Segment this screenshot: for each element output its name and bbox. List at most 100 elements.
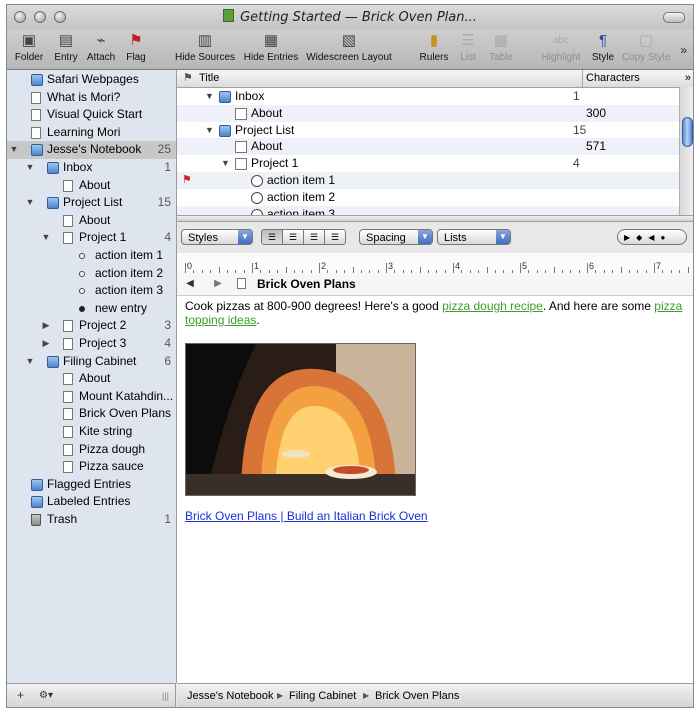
folder-button[interactable]: ▣ Folder xyxy=(9,31,49,63)
toolbar-toggle-button[interactable] xyxy=(663,12,685,23)
gear-icon[interactable]: ⚙▾ xyxy=(39,690,53,701)
entry-button[interactable]: ▤ Entry xyxy=(49,31,83,63)
sidebar-item-label: Flagged Entries xyxy=(47,476,132,491)
flag-button[interactable]: ⚑ Flag xyxy=(119,31,153,63)
sidebar-item-label: Project 1 xyxy=(79,230,127,245)
path-segment-brick-oven[interactable]: Brick Oven Plans xyxy=(375,684,459,707)
attach-button[interactable]: ⌁ Attach xyxy=(83,31,119,63)
sidebar-item[interactable]: Safari Webpages xyxy=(7,71,176,89)
sidebar-item[interactable]: Labeled Entries xyxy=(7,493,176,511)
sidebar-item[interactable]: Learning Mori xyxy=(7,124,176,142)
column-overflow-icon[interactable]: » xyxy=(685,70,691,87)
widescreen-layout-button[interactable]: ▧ Widescreen Layout xyxy=(303,31,395,63)
outline-row[interactable]: About 300 xyxy=(177,104,679,122)
highlight-button[interactable]: abc Highlight xyxy=(539,31,583,63)
rulers-button[interactable]: ▮ Rulers xyxy=(416,31,452,63)
forward-arrow-icon[interactable]: ▶ xyxy=(207,276,229,292)
align-justify-button[interactable]: ☰ xyxy=(303,229,325,245)
split-divider[interactable] xyxy=(177,215,693,222)
table-button[interactable]: ▦ Table xyxy=(485,31,517,63)
align-left-button[interactable]: ☰ xyxy=(261,229,283,245)
hide-entries-icon: ▦ xyxy=(263,32,279,49)
sidebar-item[interactable]: ▶ Project 3 4 xyxy=(7,335,176,353)
outline-row[interactable]: ▼ Project 1 4 xyxy=(177,155,679,172)
flag-column-icon[interactable]: ⚑ xyxy=(183,70,193,87)
sidebar-item[interactable]: ▼ Inbox 1 xyxy=(7,159,176,177)
title-column-header[interactable]: Title xyxy=(199,70,219,87)
sidebar-item-label: action item 2 xyxy=(95,265,164,280)
sidebar-item[interactable]: Kite string xyxy=(7,423,176,441)
add-icon[interactable]: + xyxy=(17,688,24,702)
toolbar-overflow-icon[interactable]: » xyxy=(680,43,687,57)
doc-icon xyxy=(63,443,73,456)
sidebar-item[interactable]: ▼ Project List 15 xyxy=(7,194,176,212)
path-segment-notebook[interactable]: Jesse's Notebook xyxy=(187,684,273,707)
outline-row[interactable]: action item 2 xyxy=(177,189,679,206)
hide-sources-button[interactable]: ▥ Hide Sources xyxy=(173,31,237,63)
doc-icon xyxy=(235,107,247,120)
disclosure-open-icon[interactable]: ▼ xyxy=(205,122,214,139)
disclosure-open-icon[interactable]: ▼ xyxy=(205,88,214,105)
format-bar: Styles ▼ ☰ ☰ ☰ ☰ Spacing ▼ Lists ▼ ▶◆◀● xyxy=(177,222,693,254)
resize-grip-icon[interactable]: ||| xyxy=(162,691,169,701)
disclosure-open-icon[interactable]: ▼ xyxy=(25,159,35,176)
path-segment-filing-cabinet[interactable]: Filing Cabinet xyxy=(289,684,356,707)
pizza-dough-link[interactable]: pizza dough recipe xyxy=(442,299,543,313)
highlight-icon: abc xyxy=(552,35,570,46)
sidebar-item[interactable]: Mount Katahdin... xyxy=(7,388,176,406)
spacing-popup[interactable]: Spacing ▼ xyxy=(359,229,433,245)
outline-row[interactable]: ▼ Project List 15 xyxy=(177,122,679,139)
sidebar-item[interactable]: action item 2 xyxy=(7,265,176,283)
align-right-button[interactable]: ☰ xyxy=(324,229,346,245)
sidebar-item[interactable]: ▶ Project 2 3 xyxy=(7,317,176,335)
list-button[interactable]: ☰ List xyxy=(455,31,481,63)
ruler[interactable]: 0 1 2 3 4 5 6 7 xyxy=(177,253,693,274)
sidebar-item[interactable]: Brick Oven Plans xyxy=(7,405,176,423)
sidebar-item[interactable]: Pizza sauce xyxy=(7,458,176,476)
disclosure-closed-icon[interactable]: ▶ xyxy=(41,335,51,352)
outline-scrollbar[interactable] xyxy=(679,87,693,215)
sidebar-item[interactable]: About xyxy=(7,370,176,388)
sidebar-item-label: Trash xyxy=(47,512,78,526)
copy-style-button[interactable]: ▢ Copy Style xyxy=(619,31,673,63)
disclosure-open-icon[interactable]: ▼ xyxy=(25,194,35,211)
sidebar-item[interactable]: ▼ Filing Cabinet 6 xyxy=(7,353,176,371)
dot-icon xyxy=(79,270,85,277)
disclosure-closed-icon[interactable]: ▶ xyxy=(41,317,51,334)
outline-row[interactable]: ▼ Inbox 1 xyxy=(177,88,679,105)
disclosure-open-icon[interactable]: ▼ xyxy=(9,141,19,158)
align-center-button[interactable]: ☰ xyxy=(282,229,304,245)
characters-column-header[interactable]: Characters xyxy=(582,70,640,87)
sidebar-item[interactable]: new entry xyxy=(7,300,176,318)
sidebar-item[interactable]: Pizza dough xyxy=(7,441,176,459)
back-arrow-icon[interactable]: ◀ xyxy=(179,276,201,292)
disclosure-open-icon[interactable]: ▼ xyxy=(25,353,35,370)
sidebar-item[interactable]: ▼ Project 1 4 xyxy=(7,229,176,247)
sidebar-item[interactable]: What is Mori? xyxy=(7,89,176,107)
sidebar-item[interactable]: Flagged Entries xyxy=(7,476,176,494)
flag-icon[interactable]: ⚑ xyxy=(182,172,192,189)
styles-label: Styles xyxy=(188,232,218,244)
sidebar-item[interactable]: Visual Quick Start xyxy=(7,106,176,124)
brick-oven-plans-link[interactable]: Brick Oven Plans | Build an Italian Bric… xyxy=(185,509,428,523)
widescreen-label: Widescreen Layout xyxy=(306,52,392,63)
folder-add-icon: ▣ xyxy=(21,32,37,49)
sidebar-item[interactable]: About xyxy=(7,177,176,195)
sidebar-item[interactable]: action item 3 xyxy=(7,282,176,300)
disclosure-open-icon[interactable]: ▼ xyxy=(221,155,230,172)
disclosure-open-icon[interactable]: ▼ xyxy=(41,229,51,246)
styles-popup[interactable]: Styles ▼ xyxy=(181,229,253,245)
sidebar-item[interactable]: About xyxy=(7,212,176,230)
lists-popup[interactable]: Lists ▼ xyxy=(437,229,511,245)
sidebar-item[interactable]: ▼ Jesse's Notebook 25 xyxy=(7,141,176,159)
entry-body[interactable]: Cook pizzas at 800-900 degrees! Here's a… xyxy=(185,299,685,327)
style-button[interactable]: ¶ Style xyxy=(589,31,617,63)
scroll-thumb[interactable] xyxy=(682,117,693,147)
hide-entries-button[interactable]: ▦ Hide Entries xyxy=(241,31,301,63)
sidebar-item[interactable]: Trash 1 xyxy=(7,511,176,529)
folder-icon xyxy=(31,478,43,491)
sidebar-item[interactable]: action item 1 xyxy=(7,247,176,265)
playback-controls[interactable]: ▶◆◀● xyxy=(617,229,687,245)
outline-row[interactable]: ⚑ action item 1 xyxy=(177,172,679,189)
outline-row[interactable]: About 571 xyxy=(177,138,679,156)
